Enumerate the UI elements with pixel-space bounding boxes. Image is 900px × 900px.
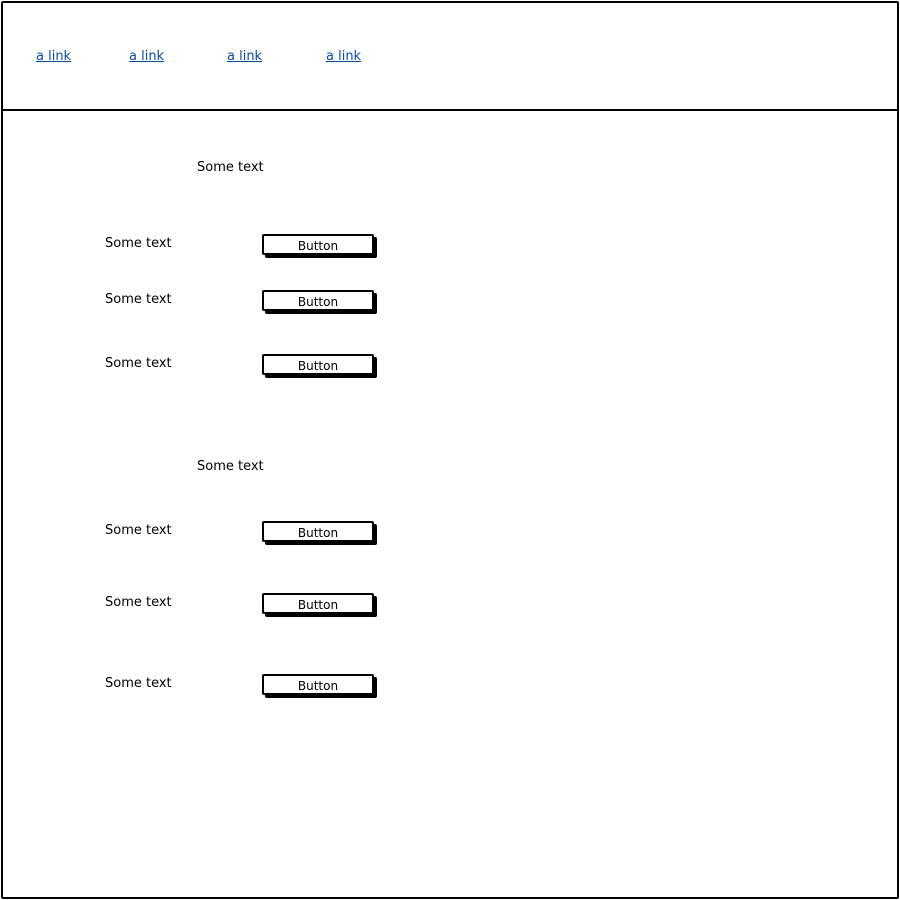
nav-link-4[interactable]: a link bbox=[326, 49, 361, 64]
section-2-row-2-label: Some text bbox=[105, 595, 172, 610]
section-1-row-3-label: Some text bbox=[105, 356, 172, 371]
section-2-row-3-button[interactable]: Button bbox=[262, 674, 374, 695]
page-frame: a link a link a link a link Some text So… bbox=[1, 1, 899, 899]
section-2-row-1-label: Some text bbox=[105, 523, 172, 538]
nav-link-1[interactable]: a link bbox=[36, 49, 71, 64]
header-bar: a link a link a link a link bbox=[3, 3, 897, 111]
section-1-row-2-button[interactable]: Button bbox=[262, 290, 374, 311]
nav-link-2[interactable]: a link bbox=[129, 49, 164, 64]
section-1-title: Some text bbox=[197, 160, 264, 175]
section-1-row-2-label: Some text bbox=[105, 292, 172, 307]
section-1-row-1-button[interactable]: Button bbox=[262, 234, 374, 255]
section-2-row-3-label: Some text bbox=[105, 676, 172, 691]
nav-link-3[interactable]: a link bbox=[227, 49, 262, 64]
section-2-row-2-button[interactable]: Button bbox=[262, 593, 374, 614]
section-2-title: Some text bbox=[197, 459, 264, 474]
section-1-row-3-button[interactable]: Button bbox=[262, 354, 374, 375]
section-1-row-1-label: Some text bbox=[105, 236, 172, 251]
section-2-row-1-button[interactable]: Button bbox=[262, 521, 374, 542]
